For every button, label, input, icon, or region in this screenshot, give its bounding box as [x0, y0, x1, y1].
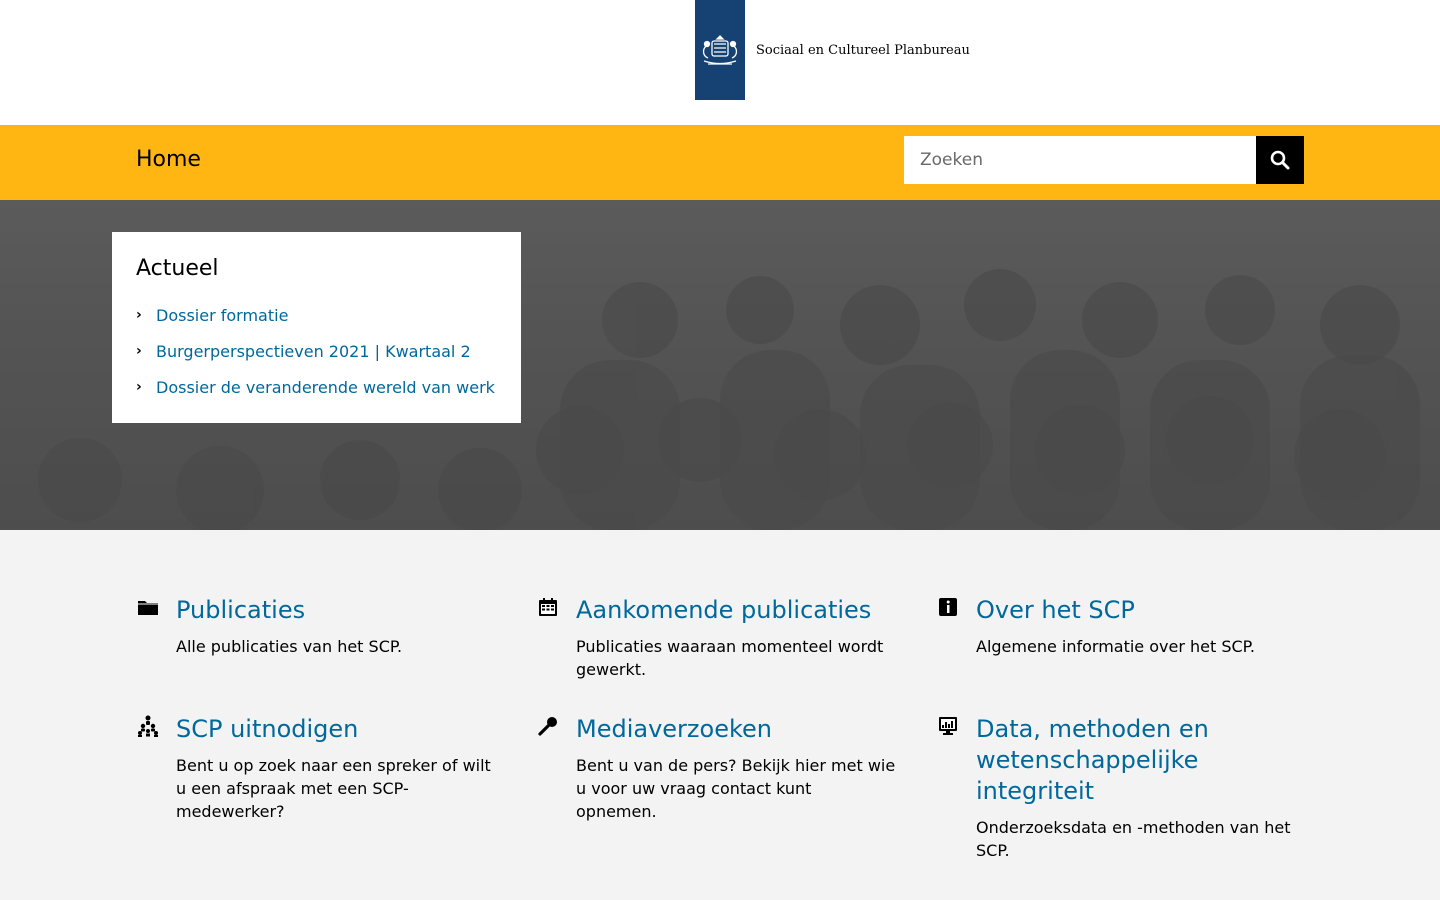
- tile-desc-mediaverzoeken: Bent u van de pers? Bekijk hier met wie …: [576, 756, 896, 821]
- calendar-icon: [536, 595, 560, 619]
- actueel-item: › Burgerperspectieven 2021 | Kwartaal 2: [136, 333, 497, 369]
- folder-icon: [136, 595, 160, 619]
- tile-title-over-het-scp[interactable]: Over het SCP: [976, 595, 1296, 626]
- info-icon: [936, 595, 960, 619]
- tile-desc-over-het-scp: Algemene informatie over het SCP.: [976, 637, 1255, 656]
- site-logo-link[interactable]: Sociaal en Cultureel Planbureau: [695, 0, 970, 100]
- actueel-list: › Dossier formatie › Burgerperspectieven…: [136, 297, 497, 405]
- tile-desc-aankomende-publicaties: Publicaties waaraan momenteel wordt gewe…: [576, 637, 884, 679]
- tile-over-het-scp: Over het SCP Algemene informatie over he…: [936, 595, 1296, 658]
- search-icon: [1270, 150, 1290, 170]
- hero-banner: Actueel › Dossier formatie › Burgerpersp…: [0, 200, 1440, 530]
- search-input[interactable]: [904, 136, 1256, 184]
- people-icon: [136, 714, 160, 738]
- tile-title-data-methoden[interactable]: Data, methoden en wetenschappelijke inte…: [976, 714, 1296, 807]
- microphone-icon: [536, 714, 560, 738]
- actueel-panel: Actueel › Dossier formatie › Burgerpersp…: [112, 232, 521, 423]
- tile-scp-uitnodigen: SCP uitnodigen Bent u op zoek naar een s…: [136, 714, 496, 823]
- actueel-link-wereld-van-werk[interactable]: Dossier de veranderende wereld van werk: [156, 378, 495, 397]
- tile-desc-scp-uitnodigen: Bent u op zoek naar een spreker of wilt …: [176, 756, 491, 821]
- main-nav: Home: [0, 125, 1440, 200]
- actueel-item: › Dossier de veranderende wereld van wer…: [136, 369, 497, 405]
- tile-title-scp-uitnodigen[interactable]: SCP uitnodigen: [176, 714, 496, 745]
- actueel-link-dossier-formatie[interactable]: Dossier formatie: [156, 306, 288, 325]
- tile-aankomende-publicaties: Aankomende publicaties Publicaties waara…: [536, 595, 896, 681]
- chevron-right-icon: ›: [136, 379, 142, 395]
- tile-data-methoden: Data, methoden en wetenschappelijke inte…: [936, 714, 1296, 862]
- rijksoverheid-emblem: [695, 0, 745, 100]
- actueel-link-burgerperspectieven[interactable]: Burgerperspectieven 2021 | Kwartaal 2: [156, 342, 471, 361]
- data-monitor-icon: [936, 714, 960, 738]
- chevron-right-icon: ›: [136, 307, 142, 323]
- actueel-item: › Dossier formatie: [136, 297, 497, 333]
- search-button[interactable]: [1256, 136, 1304, 184]
- site-header: Sociaal en Cultureel Planbureau: [0, 0, 1440, 125]
- org-name: Sociaal en Cultureel Planbureau: [756, 42, 970, 58]
- tile-mediaverzoeken: Mediaverzoeken Bent u van de pers? Bekij…: [536, 714, 896, 823]
- tile-title-publicaties[interactable]: Publicaties: [176, 595, 496, 626]
- tile-desc-publicaties: Alle publicaties van het SCP.: [176, 637, 403, 656]
- tile-title-aankomende-publicaties[interactable]: Aankomende publicaties: [576, 595, 896, 626]
- chevron-right-icon: ›: [136, 343, 142, 359]
- tile-publicaties: Publicaties Alle publicaties van het SCP…: [136, 595, 496, 658]
- tile-title-mediaverzoeken[interactable]: Mediaverzoeken: [576, 714, 896, 745]
- tile-desc-data-methoden: Onderzoeksdata en -methoden van het SCP.: [976, 818, 1291, 860]
- nav-home-link[interactable]: Home: [136, 147, 201, 172]
- actueel-title: Actueel: [136, 256, 219, 281]
